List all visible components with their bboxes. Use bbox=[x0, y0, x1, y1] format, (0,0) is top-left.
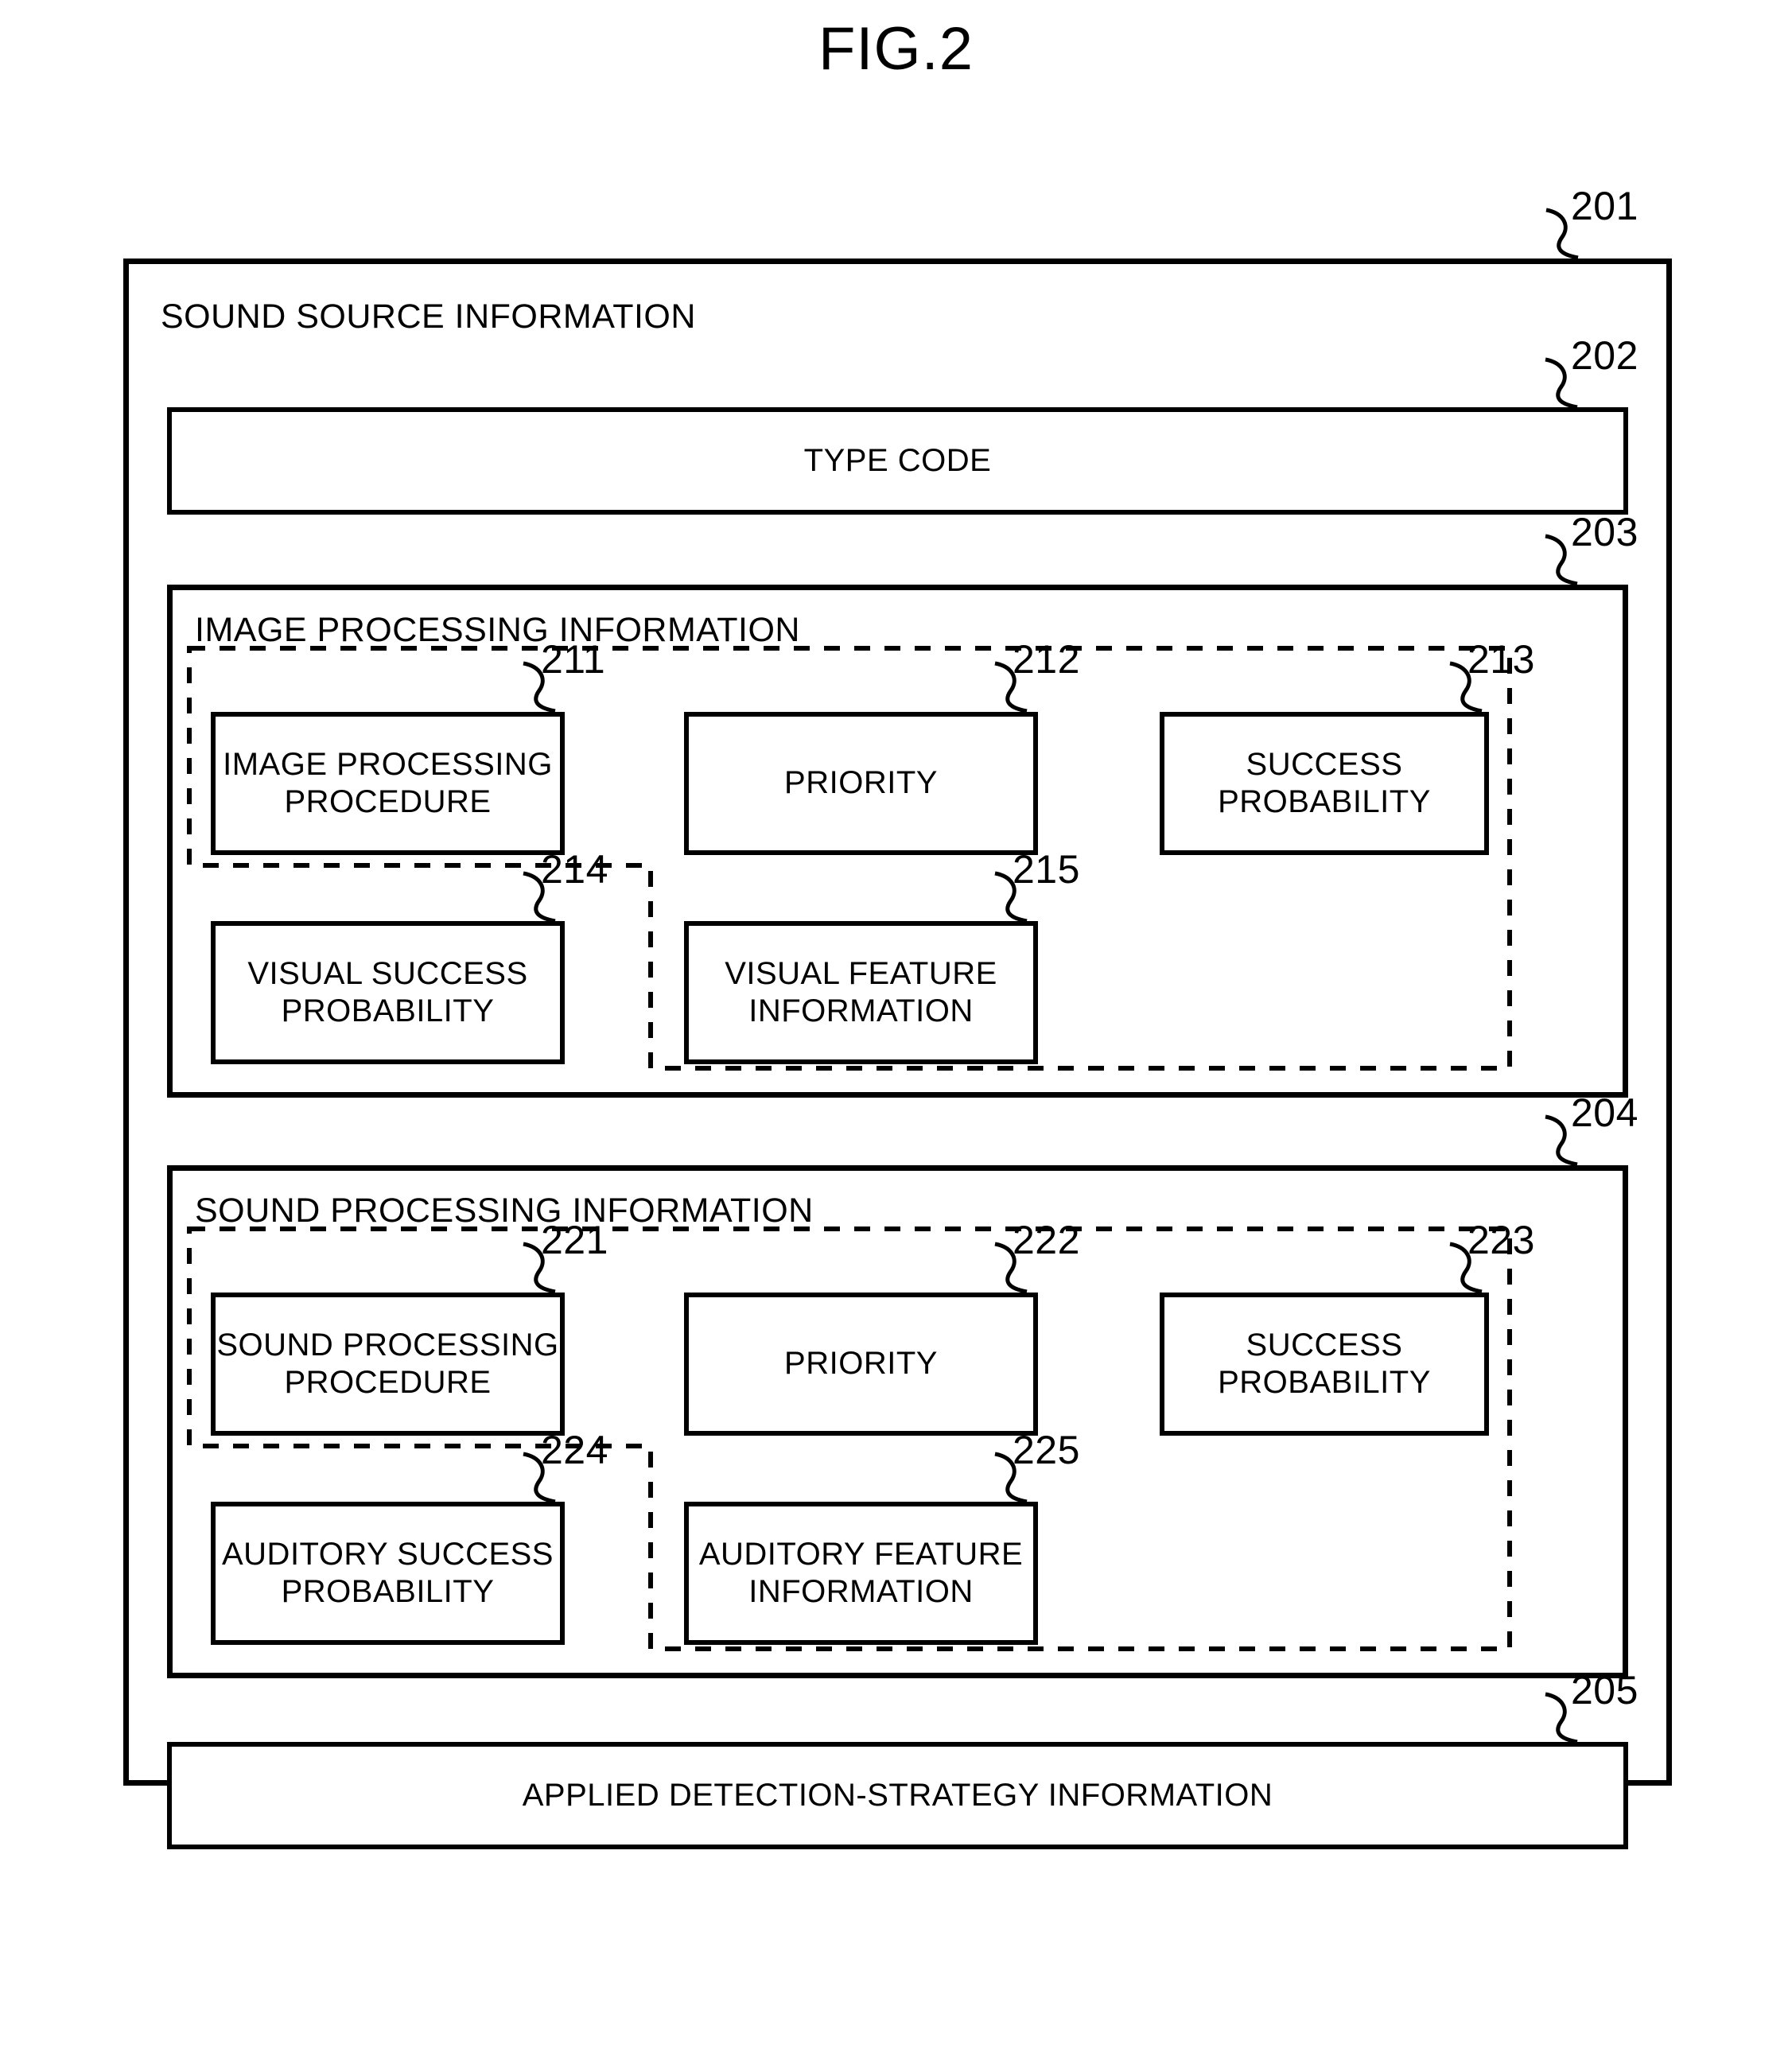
image-processing-information-title: IMAGE PROCESSING INFORMATION bbox=[195, 611, 800, 649]
reference-211: 211 bbox=[541, 637, 606, 682]
sound-processing-information-title: SOUND PROCESSING INFORMATION bbox=[195, 1191, 814, 1230]
image-processing-procedure-label: IMAGE PROCESSING PROCEDURE bbox=[223, 746, 553, 819]
applied-detection-strategy-box: APPLIED DETECTION-STRATEGY INFORMATION bbox=[167, 1742, 1628, 1849]
image-processing-procedure-box: IMAGE PROCESSING PROCEDURE bbox=[211, 712, 565, 855]
reference-214: 214 bbox=[541, 847, 608, 892]
reference-215: 215 bbox=[1013, 847, 1080, 892]
reference-222: 222 bbox=[1013, 1218, 1080, 1262]
sound-processing-procedure-label: SOUND PROCESSING PROCEDURE bbox=[216, 1327, 559, 1400]
visual-success-probability-label: VISUAL SUCCESS PROBABILITY bbox=[247, 955, 528, 1028]
sound-source-information-title: SOUND SOURCE INFORMATION bbox=[161, 297, 696, 336]
visual-feature-information-box: VISUAL FEATURE INFORMATION bbox=[684, 921, 1038, 1064]
auditory-success-probability-label: AUDITORY SUCCESS PROBABILITY bbox=[221, 1536, 554, 1609]
auditory-feature-information-box: AUDITORY FEATURE INFORMATION bbox=[684, 1502, 1038, 1645]
figure-title: FIG.2 bbox=[818, 15, 974, 83]
reference-201: 201 bbox=[1571, 184, 1638, 228]
type-code-label: TYPE CODE bbox=[803, 442, 992, 478]
reference-205: 205 bbox=[1571, 1668, 1638, 1712]
auditory-feature-information-label: AUDITORY FEATURE INFORMATION bbox=[698, 1536, 1024, 1609]
reference-202: 202 bbox=[1571, 333, 1638, 378]
reference-213: 213 bbox=[1467, 637, 1535, 682]
reference-223: 223 bbox=[1467, 1218, 1535, 1262]
reference-225: 225 bbox=[1013, 1428, 1080, 1472]
type-code-box: TYPE CODE bbox=[167, 407, 1628, 515]
figure-page: FIG.2 SOUND SOURCE INFORMATION 201 TYPE … bbox=[0, 0, 1792, 2072]
auditory-success-probability-box: AUDITORY SUCCESS PROBABILITY bbox=[211, 1502, 565, 1645]
image-success-probability-box: SUCCESS PROBABILITY bbox=[1160, 712, 1489, 855]
sound-success-probability-box: SUCCESS PROBABILITY bbox=[1160, 1293, 1489, 1436]
image-priority-label: PRIORITY bbox=[784, 765, 938, 801]
visual-success-probability-box: VISUAL SUCCESS PROBABILITY bbox=[211, 921, 565, 1064]
reference-203: 203 bbox=[1571, 510, 1638, 554]
image-priority-box: PRIORITY bbox=[684, 712, 1038, 855]
reference-204: 204 bbox=[1571, 1090, 1638, 1135]
sound-priority-label: PRIORITY bbox=[784, 1346, 938, 1382]
sound-priority-box: PRIORITY bbox=[684, 1293, 1038, 1436]
reference-224: 224 bbox=[541, 1428, 608, 1472]
sound-processing-procedure-box: SOUND PROCESSING PROCEDURE bbox=[211, 1293, 565, 1436]
image-success-probability-label: SUCCESS PROBABILITY bbox=[1218, 746, 1431, 819]
applied-detection-strategy-label: APPLIED DETECTION-STRATEGY INFORMATION bbox=[522, 1777, 1273, 1813]
visual-feature-information-label: VISUAL FEATURE INFORMATION bbox=[725, 955, 997, 1028]
reference-212: 212 bbox=[1013, 637, 1080, 682]
sound-success-probability-label: SUCCESS PROBABILITY bbox=[1218, 1327, 1431, 1400]
reference-221: 221 bbox=[541, 1218, 608, 1262]
